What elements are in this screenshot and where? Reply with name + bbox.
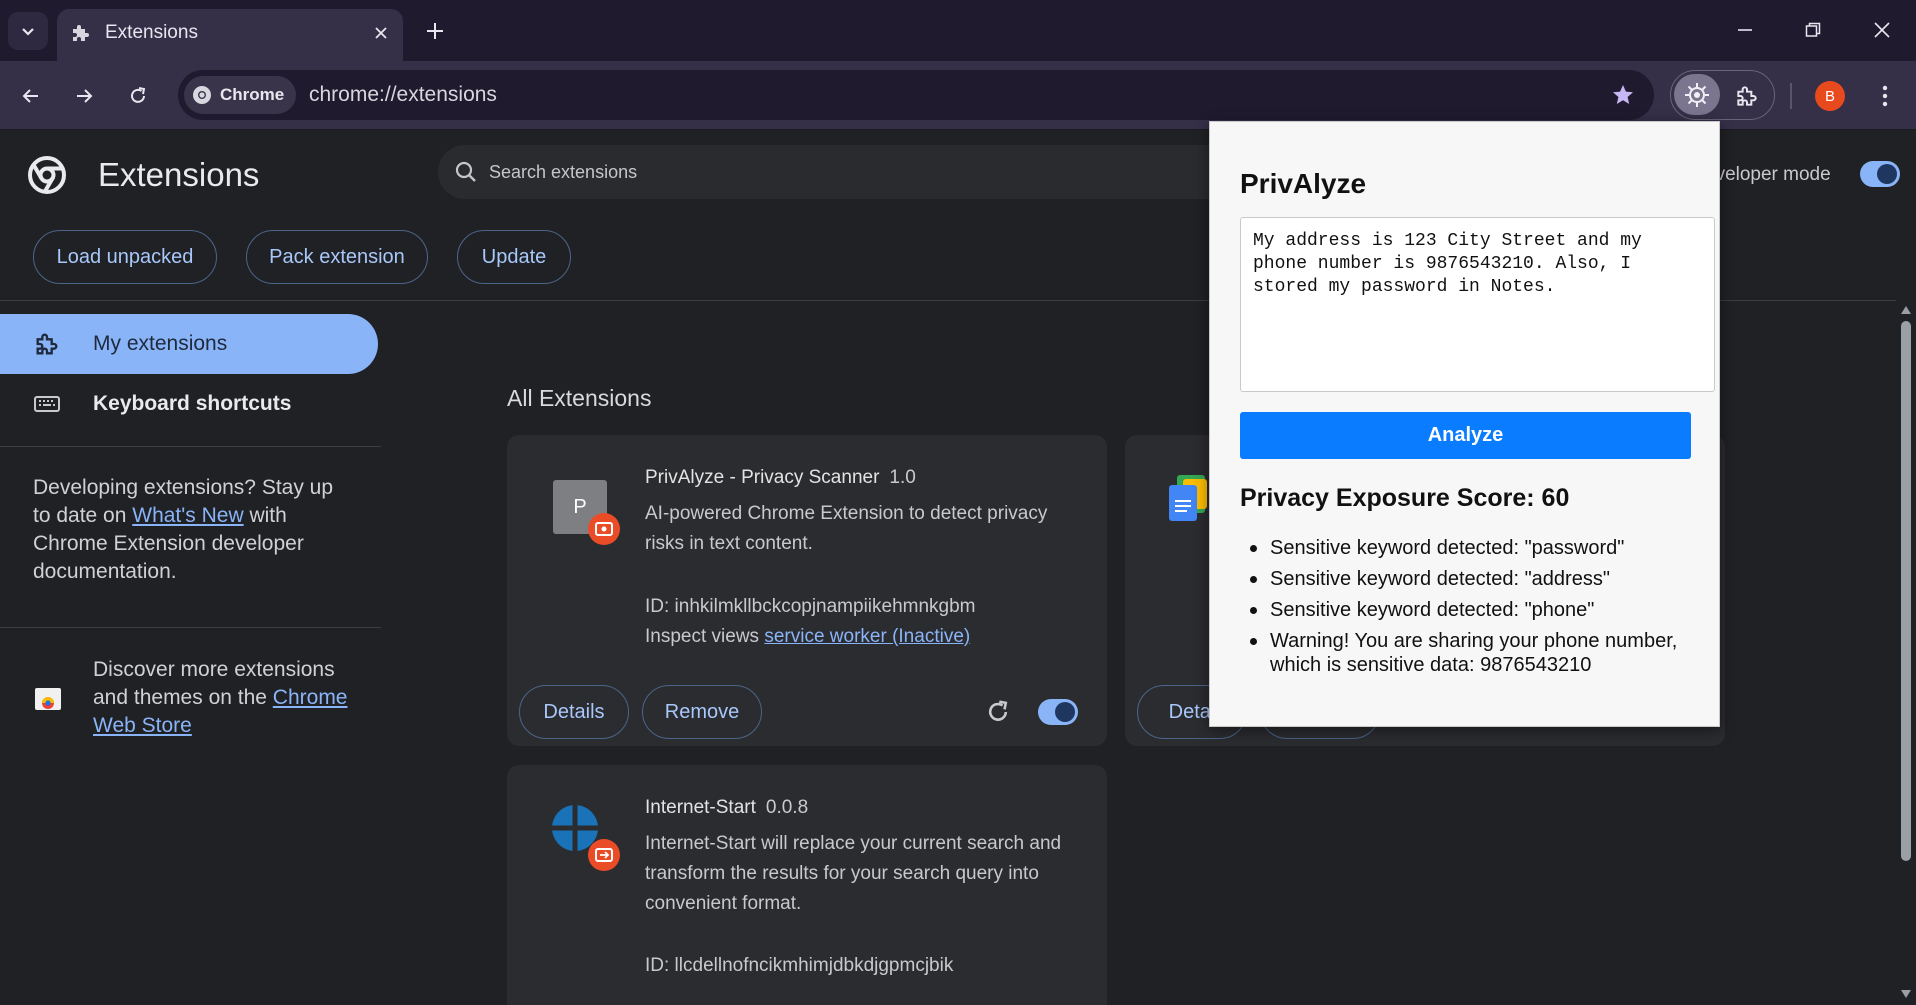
restore-button[interactable]: [1791, 12, 1835, 48]
load-unpacked-button[interactable]: Load unpacked: [33, 230, 217, 284]
restore-icon: [1805, 22, 1821, 37]
privacy-score: Privacy Exposure Score: 60: [1240, 484, 1570, 512]
new-tab-button[interactable]: [418, 14, 452, 48]
extension-version: 1.0: [889, 467, 916, 488]
tab-extensions[interactable]: Extensions: [57, 9, 403, 61]
section-title: All Extensions: [507, 385, 652, 411]
web-store-icon: [35, 688, 61, 710]
address-bar[interactable]: Chrome chrome://extensions: [178, 70, 1654, 120]
scroll-down-icon[interactable]: [1901, 990, 1911, 998]
pack-extension-button[interactable]: Pack extension: [246, 230, 428, 284]
back-button[interactable]: [12, 77, 50, 115]
search-icon: [455, 161, 476, 182]
sidebar-divider: [0, 627, 381, 628]
result-item: Sensitive keyword detected: "phone": [1240, 598, 1710, 622]
chip-label: Chrome: [220, 85, 285, 104]
extension-card-privalyze: P PrivAlyze - Privacy Scanner 1.0 AI-powe…: [507, 435, 1107, 746]
inspect-views: Inspect views service worker (Inactive): [645, 626, 971, 647]
result-item: Sensitive keyword detected: "address": [1240, 567, 1710, 591]
privalyze-extension-button[interactable]: [1674, 74, 1720, 115]
text-input-area[interactable]: My address is 123 City Street and my pho…: [1240, 217, 1715, 392]
search-placeholder: Search extensions: [489, 162, 638, 182]
puzzle-icon: [1737, 86, 1757, 106]
extension-description: AI-powered Chrome Extension to detect pr…: [645, 503, 1048, 554]
extension-icon: [545, 800, 620, 871]
close-window-button[interactable]: [1860, 12, 1904, 48]
docs-icon: [1169, 475, 1207, 521]
sidebar-item-label: Keyboard shortcuts: [93, 392, 292, 415]
scroll-up-icon[interactable]: [1901, 306, 1911, 314]
whats-new-link[interactable]: What's New: [132, 504, 243, 527]
result-item: Warning! You are sharing your phone numb…: [1240, 629, 1710, 677]
site-info-chip[interactable]: Chrome: [184, 76, 297, 114]
developer-mode-toggle[interactable]: [1860, 161, 1900, 187]
close-icon: [1874, 22, 1890, 38]
profile-avatar[interactable]: B: [1815, 81, 1845, 111]
remove-button[interactable]: Remove: [642, 685, 762, 739]
update-button[interactable]: Update: [457, 230, 571, 284]
sidebar-divider: [0, 446, 381, 447]
service-worker-link[interactable]: service worker (Inactive): [764, 626, 970, 647]
sidebar-item-keyboard-shortcuts[interactable]: Keyboard shortcuts: [0, 374, 378, 434]
url-text: chrome://extensions: [309, 83, 497, 106]
extension-icon: P: [545, 470, 620, 545]
reload-icon: [131, 87, 146, 103]
close-icon[interactable]: [367, 19, 395, 47]
extension-name: Internet-Start 0.0.8: [645, 797, 809, 818]
popup-title: PrivAlyze: [1240, 168, 1367, 199]
extension-description: Internet-Start will replace your current…: [645, 833, 1062, 914]
web-store-text: Discover more extensions and themes on t…: [93, 658, 348, 737]
reload-button[interactable]: [119, 77, 157, 115]
puzzle-icon: [73, 25, 89, 41]
sidebar-item-label: My extensions: [93, 332, 228, 355]
results-list: Sensitive keyword detected: "password" S…: [1240, 536, 1710, 684]
forward-button[interactable]: [65, 77, 103, 115]
extension-name: PrivAlyze - Privacy Scanner 1.0: [645, 467, 916, 488]
extension-enable-toggle[interactable]: [1038, 699, 1078, 725]
keyboard-icon: [34, 396, 60, 412]
result-item: Sensitive keyword detected: "password": [1240, 536, 1710, 560]
tab-title: Extensions: [105, 22, 198, 43]
analyze-button[interactable]: Analyze: [1240, 412, 1691, 459]
arrow-left-icon: [22, 89, 38, 103]
warning-badge-icon: [588, 513, 620, 545]
extensions-menu-button[interactable]: [1727, 76, 1767, 116]
toolbar-separator: [1790, 83, 1792, 109]
developer-news-text: Developing extensions? Stay up to date o…: [33, 476, 334, 583]
minimize-icon: [1738, 29, 1752, 31]
minimize-button[interactable]: [1723, 12, 1767, 48]
developer-mode-label: eveloper mode: [1705, 164, 1831, 185]
warning-badge-icon: [588, 839, 620, 871]
scroll-thumb[interactable]: [1901, 321, 1911, 861]
reload-icon[interactable]: [985, 699, 1011, 725]
chevron-down-icon: [22, 28, 34, 36]
arrow-right-icon: [77, 89, 93, 103]
page-title: Extensions: [98, 156, 260, 193]
more-vertical-icon: [1882, 85, 1888, 107]
plus-icon: [427, 23, 443, 39]
bug-shield-icon: [1685, 82, 1709, 107]
menu-button[interactable]: [1868, 78, 1902, 114]
tab-strip: Extensions: [0, 0, 1916, 61]
extension-version: 0.0.8: [765, 797, 809, 818]
chrome-logo-icon: [28, 156, 66, 194]
extension-id: ID: llcdellnofncikmhimjdbkdjgpmcjbik: [645, 955, 954, 976]
details-button[interactable]: Details: [519, 685, 629, 739]
toolbar: Chrome chrome://extensions B: [0, 61, 1916, 130]
sidebar-item-my-extensions[interactable]: My extensions: [0, 314, 378, 374]
bookmark-star-icon[interactable]: [1608, 80, 1638, 110]
privalyze-popup: PrivAlyze My address is 123 City Street …: [1209, 121, 1720, 727]
tab-search-button[interactable]: [8, 12, 48, 50]
page-scrollbar[interactable]: [1896, 300, 1916, 1005]
extension-toolbar-group: [1670, 70, 1775, 120]
chrome-logo-icon: [193, 86, 211, 104]
extension-id: ID: inhkilmkllbckcopjnampiikehmnkgbm: [645, 596, 976, 617]
extension-card-internet-start: Internet-Start 0.0.8 Internet-Start will …: [507, 765, 1107, 1005]
puzzle-icon: [36, 333, 58, 355]
